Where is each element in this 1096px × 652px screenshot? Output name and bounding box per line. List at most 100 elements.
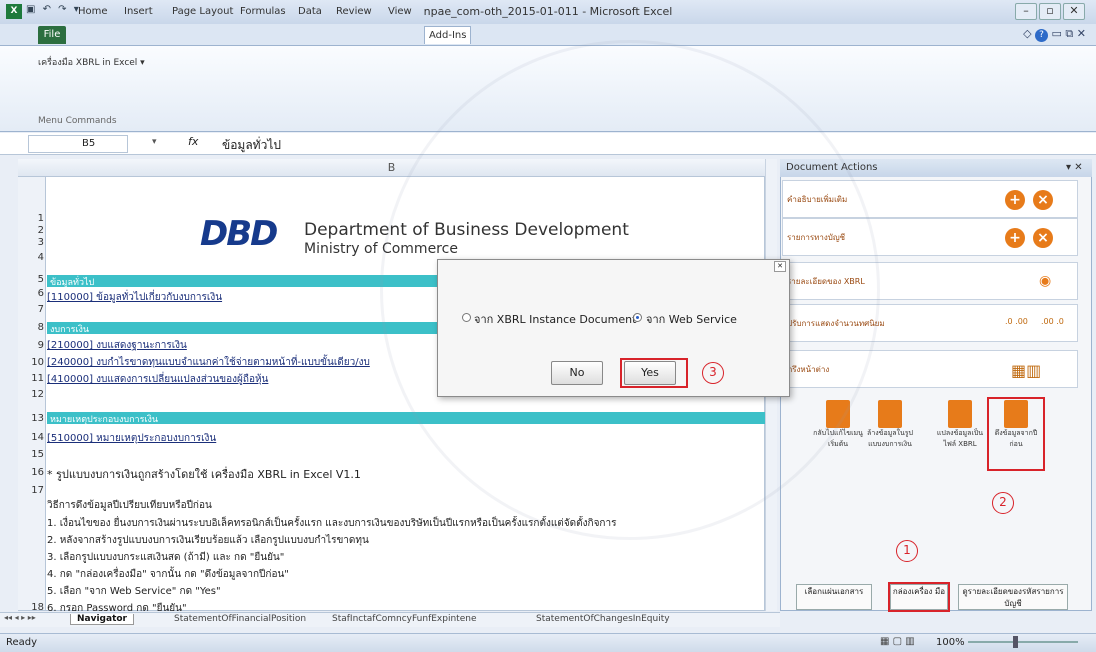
step-5[interactable]: 5. เลือก "จาก Web Service" กด "Yes" [47, 584, 221, 599]
row-number[interactable]: 16 [18, 467, 44, 478]
close-button[interactable]: ✕ [1063, 3, 1085, 20]
row-number[interactable]: 2 [18, 225, 44, 236]
pane-row-decimals[interactable]: ปรับการแสดงจำนวนทศนิยม .0 .00 .00 .0 [782, 304, 1078, 342]
tab-review[interactable]: Review [332, 3, 376, 21]
tab-insert[interactable]: Insert [120, 3, 157, 21]
row-number[interactable]: 7 [18, 304, 44, 315]
maximize-button[interactable]: ▫ [1039, 3, 1061, 20]
row-number[interactable]: 15 [18, 449, 44, 460]
sheet-nav-icons[interactable]: ◂◂ ◂ ▸ ▸▸ [4, 613, 36, 622]
name-box[interactable]: B5 [28, 135, 128, 153]
sheet-tab-income[interactable]: StafInctafComncyFunfExpintene [326, 614, 482, 624]
increase-decimal-icon[interactable]: .0 .00 [1005, 317, 1028, 326]
help-icon[interactable]: ◇ ? ▭ ⧉ ✕ [1023, 27, 1086, 42]
option-xbrl-instance-label[interactable]: จาก XBRL Instance Document [474, 310, 636, 328]
minimize-button[interactable]: – [1015, 3, 1037, 20]
convert-xbrl-action[interactable]: แปลงข้อมูลเป็นไฟล์ XBRL [934, 400, 986, 450]
dialog-close-icon[interactable]: ✕ [774, 261, 786, 272]
row-number[interactable]: 17 [18, 485, 44, 496]
pane-row-xbrl[interactable]: รายละเอียดของ XBRL ◉ [782, 262, 1078, 300]
zoom-thumb[interactable] [1013, 636, 1018, 648]
link-410000[interactable]: [410000] งบแสดงการเปลี่ยนแปลงส่วนของผู้ถ… [47, 372, 268, 387]
highlight-box-2 [987, 397, 1045, 471]
sheet-tab-changes-equity[interactable]: StatementOfChangesInEquity [530, 614, 676, 624]
row-number[interactable]: 1 [18, 213, 44, 224]
sheet-tab-navigator[interactable]: Navigator [70, 614, 134, 625]
select-document-button[interactable]: เลือกแผ่นเอกสาร [796, 584, 872, 610]
pane-row-accounts[interactable]: รายการทางบัญชี + × [782, 218, 1078, 256]
link-510000[interactable]: [510000] หมายเหตุประกอบงบการเงิน [47, 431, 216, 446]
dropdown-icon[interactable]: ▾ [152, 137, 157, 147]
tab-view[interactable]: View [384, 3, 416, 21]
row-number[interactable]: 5 [18, 274, 44, 285]
section-band-notes[interactable]: หมายเหตุประกอบงบการเงิน [47, 412, 765, 425]
window-title: npae_com-oth_2015-01-011 - Microsoft Exc… [423, 5, 673, 18]
eye-icon[interactable]: ◉ [1039, 273, 1051, 289]
zoom-slider[interactable] [968, 641, 1078, 643]
decrease-decimal-icon[interactable]: .00 .0 [1041, 317, 1064, 326]
pane-title: Document Actions [780, 159, 1092, 177]
row-number[interactable]: 11 [18, 373, 44, 384]
row-number[interactable]: 6 [18, 288, 44, 299]
row-number[interactable]: 4 [18, 252, 44, 263]
formula-bar [0, 133, 1096, 155]
tab-file[interactable]: File [38, 26, 66, 44]
tab-home[interactable]: Home [74, 3, 112, 21]
status-bar [0, 633, 1096, 652]
row-number[interactable]: 14 [18, 432, 44, 443]
remove-icon[interactable]: × [1033, 228, 1053, 248]
step-4[interactable]: 4. กด "กล่องเครื่องมือ" จากนั้น กด "ดึงข… [47, 567, 289, 582]
status-ready: Ready [6, 637, 38, 648]
data-source-dialog [437, 259, 790, 397]
view-buttons[interactable]: ▦ ▢ ▥ [880, 636, 915, 647]
add-icon[interactable]: + [1005, 228, 1025, 248]
tab-formulas[interactable]: Formulas [236, 3, 290, 21]
sheet-tab-financial-position[interactable]: StatementOfFinancialPosition [168, 614, 312, 624]
clear-data-action[interactable]: ล้างข้อมูลในรูปแบบงบการเงิน [864, 400, 916, 450]
column-header-b[interactable]: B [18, 159, 765, 177]
row-number[interactable]: 3 [18, 237, 44, 248]
pane-row-freeze[interactable]: ตรึงหน้าต่าง ▦▥ [782, 350, 1078, 388]
steps-title[interactable]: วิธีการดึงข้อมูลปีเปรียบเทียบหรือปีก่อน [47, 498, 212, 513]
row-label: รายละเอียดของ XBRL [787, 277, 865, 286]
ribbon [0, 46, 1096, 132]
step-3[interactable]: 3. เลือกรูปแบบงบกระแสเงินสด (ถ้ามี) และ … [47, 550, 284, 565]
no-button[interactable]: No [551, 361, 603, 385]
row-label: คำอธิบายเพิ่มเติม [787, 195, 848, 204]
formula-input[interactable]: ข้อมูลทั่วไป [222, 136, 281, 155]
radio-xbrl-instance[interactable] [462, 313, 471, 322]
row-number[interactable]: 13 [18, 413, 44, 424]
step-2[interactable]: 2. หลังจากสร้างรูปแบบงบการเงินเรียบร้อยแ… [47, 533, 369, 548]
dbd-logo: DBD [200, 214, 278, 254]
radio-web-service[interactable] [633, 313, 642, 322]
org-title: Department of Business Development [304, 220, 629, 240]
row-number[interactable]: 8 [18, 322, 44, 333]
option-web-service-label[interactable]: จาก Web Service [646, 310, 737, 328]
row-number[interactable]: 10 [18, 357, 44, 368]
view-account-codes-button[interactable]: ดูรายละเอียดของรหัสรายการบัญชี [958, 584, 1068, 610]
link-210000[interactable]: [210000] งบแสดงฐานะการเงิน [47, 338, 187, 353]
back-to-menu-action[interactable]: กลับไปแก้ไขเมนูเริ่มต้น [812, 400, 864, 450]
note-text[interactable]: * รูปแบบงบการเงินถูกสร้างโดยใช้ เครื่องม… [47, 465, 361, 483]
link-110000[interactable]: [110000] ข้อมูลทั่วไปเกี่ยวกับงบการเงิน [47, 290, 222, 305]
row-number[interactable]: 12 [18, 389, 44, 400]
freeze-panes-icon[interactable]: ▦▥ [1011, 361, 1041, 380]
add-icon[interactable]: + [1005, 190, 1025, 210]
link-240000[interactable]: [240000] งบกำไรขาดทุนแบบจำแนกค่าใช้จ่ายต… [47, 355, 370, 370]
pane-row-notes[interactable]: คำอธิบายเพิ่มเติม + × [782, 180, 1078, 218]
step-1[interactable]: 1. เงื่อนไขของ ยื่นงบการเงินผ่านระบบอิเล… [47, 516, 765, 531]
tab-add-ins[interactable]: Add-Ins [424, 26, 472, 44]
remove-icon[interactable]: × [1033, 190, 1053, 210]
ribbon-group-label: Menu Commands [38, 116, 117, 126]
gear-file-icon [948, 400, 972, 428]
pane-close-icon[interactable]: ▾ ✕ [1066, 162, 1083, 173]
org-subtitle: Ministry of Commerce [304, 241, 458, 257]
xbrl-tools-menu[interactable]: เครื่องมือ XBRL in Excel ▾ [38, 55, 145, 69]
clear-icon [878, 400, 902, 428]
fx-icon[interactable]: fx [188, 135, 198, 148]
tab-data[interactable]: Data [294, 3, 326, 21]
row-label: ตรึงหน้าต่าง [787, 365, 830, 374]
row-number[interactable]: 9 [18, 340, 44, 351]
tab-page-layout[interactable]: Page Layout [168, 3, 237, 21]
zoom-level[interactable]: 100% [936, 637, 965, 648]
